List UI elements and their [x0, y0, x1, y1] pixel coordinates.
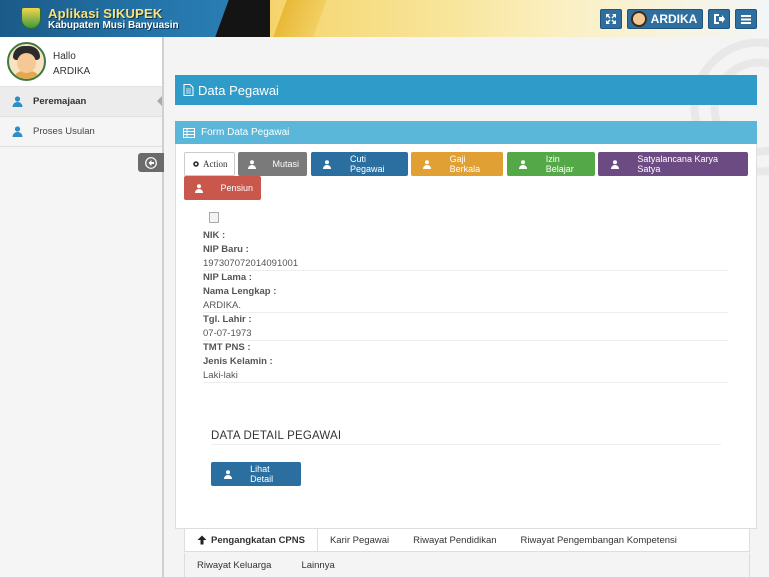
- employee-photo-broken-image-icon: [209, 212, 219, 223]
- user-icon: [319, 159, 336, 169]
- satyalancana-button-label: Satyalancana Karya Satya: [637, 154, 718, 174]
- sidebar-item-proses-usulan[interactable]: Proses Usulan: [0, 117, 162, 147]
- arrow-up-icon: [197, 535, 207, 545]
- tab-pengangkatan-cpns[interactable]: Pengangkatan CPNS: [185, 529, 318, 551]
- tgl-lahir-label: Tgl. Lahir :: [203, 314, 252, 325]
- detail-section-title: DATA DETAIL PEGAWAI: [211, 430, 721, 445]
- user-icon: [515, 159, 532, 169]
- gaji-berkala-button[interactable]: Gaji Berkala: [411, 152, 503, 176]
- app-title: Aplikasi SIKUPEK: [48, 6, 163, 21]
- nip-lama-label: NIP Lama :: [203, 272, 252, 283]
- satyalancana-button[interactable]: Satyalancana Karya Satya: [598, 152, 748, 176]
- tab-karir-pegawai[interactable]: Karir Pegawai: [318, 529, 401, 551]
- user-icon: [219, 469, 236, 479]
- sidebar-item-label: Peremajaan: [33, 96, 87, 107]
- form-body: Action Mutasi Cuti Pegawai Gaji Berkala …: [175, 144, 757, 577]
- tab-label: Riwayat Pengembangan Kompetensi: [520, 534, 677, 546]
- employee-info: NIK : NIP Baru : 197307072014091001 NIP …: [203, 212, 728, 383]
- action-button[interactable]: Action: [184, 152, 235, 176]
- collapse-caret-icon: [157, 96, 162, 106]
- cuti-pegawai-button[interactable]: Cuti Pegawai: [311, 152, 408, 176]
- lihat-detail-button-label: Lihat Detail: [250, 464, 274, 484]
- top-header: Aplikasi SIKUPEK Kabupaten Musi Banyuasi…: [0, 0, 769, 37]
- pensiun-button-label: Pensiun: [220, 183, 253, 193]
- tab-label: Pengangkatan CPNS: [211, 534, 305, 546]
- expand-icon: [606, 14, 616, 24]
- user-icon: [12, 126, 23, 137]
- app-logo-icon: [21, 7, 41, 29]
- user-icon: [606, 159, 623, 169]
- tab-riwayat-pengembangan-kompetensi[interactable]: Riwayat Pengembangan Kompetensi: [509, 529, 689, 551]
- tab-label: Riwayat Pendidikan: [413, 534, 497, 546]
- user-profile: Hallo ARDIKA: [0, 37, 162, 87]
- profile-username: ARDIKA: [53, 66, 91, 77]
- lihat-detail-button[interactable]: Lihat Detail: [211, 462, 301, 486]
- main-content: Data Pegawai Form Data Pegawai Action Mu…: [164, 37, 769, 577]
- user-menu-label: ARDIKA: [650, 12, 698, 26]
- jenis-kelamin-label: Jenis Kelamin :: [203, 356, 273, 367]
- sidebar: Hallo ARDIKA Peremajaan Proses Usulan: [0, 37, 164, 577]
- profile-avatar: [7, 42, 46, 81]
- fullscreen-button[interactable]: [600, 9, 622, 29]
- tab-label: Lainnya: [301, 560, 335, 571]
- nik-label: NIK :: [203, 230, 226, 241]
- logout-button[interactable]: [708, 9, 730, 29]
- jenis-kelamin-value: Laki-laki: [203, 369, 728, 383]
- action-button-label: Action: [203, 159, 228, 169]
- file-icon: [183, 84, 194, 96]
- detail-tabs-row2: Riwayat Keluarga Lainnya: [184, 553, 750, 577]
- user-icon: [419, 159, 436, 169]
- page-title: Data Pegawai: [198, 82, 279, 98]
- circle-arrow-left-icon: [145, 156, 157, 169]
- sidebar-item-label: Proses Usulan: [33, 126, 95, 137]
- tab-label: Riwayat Keluarga: [197, 560, 272, 571]
- menu-button[interactable]: [735, 9, 757, 29]
- tab-riwayat-pendidikan[interactable]: Riwayat Pendidikan: [401, 529, 508, 551]
- user-icon: [246, 159, 258, 169]
- greeting-text: Hallo: [53, 51, 76, 62]
- avatar: [630, 11, 647, 27]
- user-menu-button[interactable]: ARDIKA: [627, 9, 703, 29]
- tab-riwayat-keluarga[interactable]: Riwayat Keluarga: [185, 560, 283, 571]
- logout-icon: [714, 14, 725, 24]
- page-title-bar: Data Pegawai: [175, 75, 757, 105]
- izin-belajar-button-label: Izin Belajar: [545, 154, 574, 174]
- tab-label: Karir Pegawai: [329, 534, 390, 546]
- sidebar-toggle-button[interactable]: [138, 153, 164, 172]
- tab-lainnya[interactable]: Lainnya: [283, 560, 346, 571]
- sidebar-item-peremajaan[interactable]: Peremajaan: [0, 87, 162, 117]
- menu-icon: [741, 14, 751, 24]
- user-icon: [12, 96, 23, 107]
- nama-lengkap-label: Nama Lengkap :: [203, 286, 277, 297]
- nip-baru-value: 197307072014091001: [203, 257, 728, 271]
- app-subtitle: Kabupaten Musi Banyuasin: [48, 20, 179, 31]
- detail-tabs: Pengangkatan CPNS Karir Pegawai Riwayat …: [184, 528, 750, 552]
- cuti-pegawai-button-label: Cuti Pegawai: [349, 154, 385, 174]
- user-icon: [192, 183, 206, 193]
- gaji-berkala-button-label: Gaji Berkala: [449, 154, 481, 174]
- form-title: Form Data Pegawai: [201, 127, 290, 138]
- izin-belajar-button[interactable]: Izin Belajar: [507, 152, 595, 176]
- mutasi-button[interactable]: Mutasi: [238, 152, 307, 176]
- tmt-pns-label: TMT PNS :: [203, 342, 251, 353]
- tgl-lahir-value: 07-07-1973: [203, 327, 728, 341]
- nip-baru-label: NIP Baru :: [203, 244, 249, 255]
- pensiun-button[interactable]: Pensiun: [184, 176, 261, 200]
- mutasi-button-label: Mutasi: [272, 159, 299, 169]
- table-icon: [183, 127, 195, 138]
- gear-icon: [193, 161, 199, 167]
- nama-lengkap-value: ARDIKA.: [203, 299, 728, 313]
- form-title-bar: Form Data Pegawai: [175, 121, 757, 144]
